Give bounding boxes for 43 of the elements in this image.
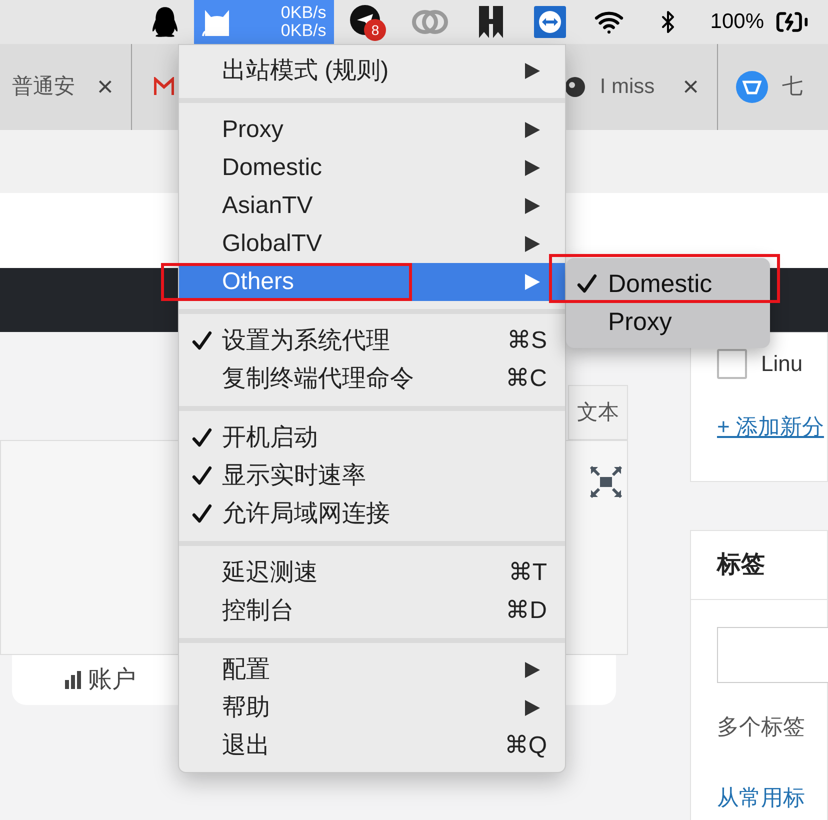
- upload-speed: 0KB/s: [280, 4, 326, 22]
- penguin-icon[interactable]: [152, 7, 178, 37]
- fullscreen-icon[interactable]: [589, 465, 623, 499]
- menu-item[interactable]: 配置: [179, 651, 565, 689]
- checkbox-label: Linu: [761, 350, 803, 378]
- bar-chart-icon: [64, 671, 82, 689]
- tag-input-field[interactable]: [717, 627, 828, 683]
- panel-title: 标签: [717, 550, 765, 580]
- menu-item[interactable]: GlobalTV: [179, 225, 565, 263]
- close-icon[interactable]: ×: [682, 73, 699, 101]
- menu-item[interactable]: 延迟测速 ⌘T: [179, 554, 565, 592]
- mail-icon[interactable]: [154, 77, 174, 97]
- shortcut-label: ⌘S: [506, 329, 547, 353]
- submenu-item[interactable]: Proxy: [566, 303, 770, 341]
- shortcut-label: ⌘C: [506, 367, 547, 391]
- menu-item[interactable]: 开机启动: [179, 419, 565, 457]
- menu-item[interactable]: Proxy: [179, 111, 565, 149]
- submenu-item[interactable]: Domestic: [566, 265, 770, 303]
- menu-item[interactable]: 设置为系统代理 ⌘S: [179, 322, 565, 360]
- common-tags-link[interactable]: 从常用标: [717, 781, 827, 814]
- tags-hint: 多个标签: [717, 713, 806, 741]
- column-header: 文本: [568, 385, 628, 440]
- menu-item[interactable]: 显示实时速率: [179, 457, 565, 495]
- menu-item[interactable]: Domestic: [179, 149, 565, 187]
- card-title: 账户: [88, 665, 136, 695]
- bookmark-icon[interactable]: [478, 5, 504, 39]
- menu-item[interactable]: AsianTV: [179, 187, 565, 225]
- menu-item[interactable]: 帮助: [179, 689, 565, 727]
- notification-badge: 8: [364, 19, 386, 41]
- menu-item[interactable]: 出站模式 (规则): [179, 52, 565, 90]
- add-category-link[interactable]: + 添加新分: [717, 410, 827, 443]
- menu-item[interactable]: 复制终端代理命令 ⌘C: [179, 360, 565, 398]
- shortcut-label: ⌘T: [508, 561, 547, 585]
- menu-item[interactable]: 允许局域网连接: [179, 495, 565, 533]
- shortcut-label: ⌘Q: [504, 734, 547, 758]
- menu-item[interactable]: 退出 ⌘Q: [179, 727, 565, 765]
- close-icon[interactable]: ×: [97, 73, 114, 101]
- browser-tab[interactable]: 七: [718, 44, 828, 130]
- battery-percentage: 100%: [710, 9, 764, 36]
- shortcut-label: ⌘D: [506, 599, 547, 623]
- menu-item[interactable]: 控制台 ⌘D: [179, 592, 565, 630]
- download-speed: 0KB/s: [280, 22, 326, 40]
- checkbox[interactable]: [717, 348, 747, 378]
